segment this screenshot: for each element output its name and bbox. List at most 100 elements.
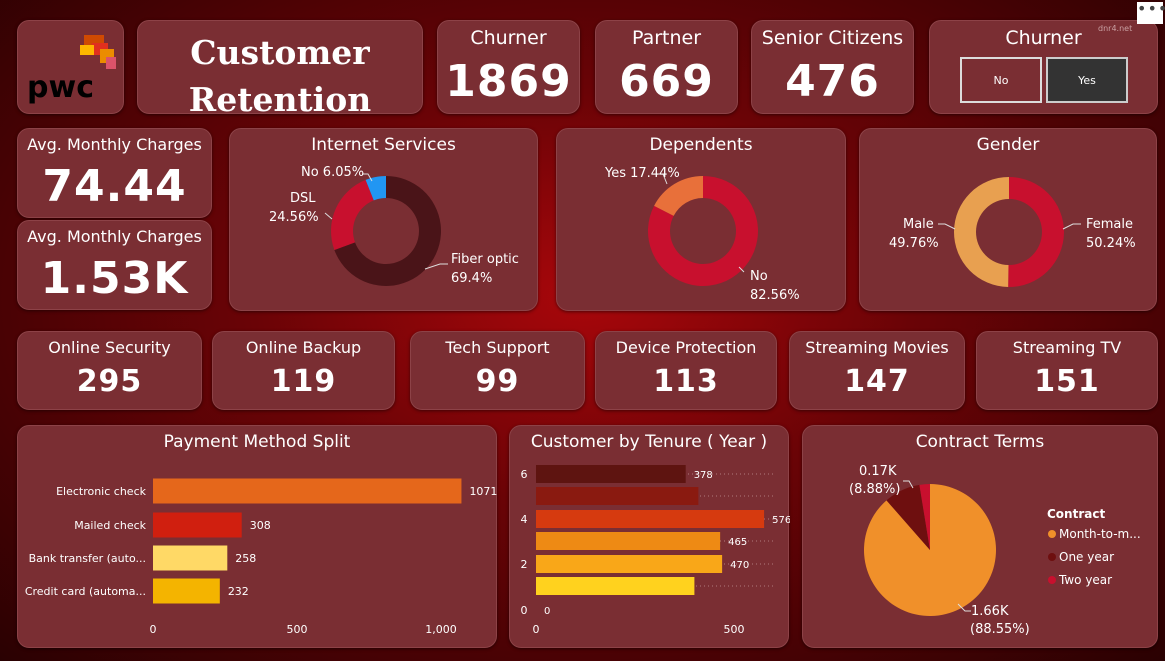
service-device-protection: Device Protection 113 — [595, 331, 777, 410]
y-tick-label: 2 — [521, 558, 528, 571]
bar-value-label: 470 — [730, 560, 749, 571]
service-value: 151 — [1034, 364, 1100, 399]
x-tick-label: 500 — [287, 623, 308, 636]
service-label: Streaming TV — [1012, 338, 1122, 357]
bar-value-label: 465 — [728, 537, 747, 548]
service-value: 119 — [270, 364, 337, 399]
kpi-label: Partner — [631, 27, 702, 49]
category-label: Electronic check — [56, 485, 147, 498]
kpi-value: 476 — [785, 56, 880, 107]
slice-label: Female — [1086, 217, 1133, 232]
service-tech-support: Tech Support 99 — [410, 331, 585, 410]
category-label: Mailed check — [74, 519, 146, 532]
kpi-label: Senior Citizens — [761, 27, 904, 49]
bar-0 — [153, 478, 462, 504]
bar-1 — [536, 487, 699, 505]
slicer-option-no[interactable]: No — [960, 57, 1042, 103]
bar-3 — [536, 532, 721, 550]
x-tick-label: 0 — [533, 623, 540, 636]
y-tick-label: 4 — [521, 513, 528, 526]
slice-label: No — [750, 269, 768, 284]
page-title: Customer Retention — [138, 29, 422, 123]
slice-value: 0.17K — [859, 464, 897, 479]
leader-line — [1062, 223, 1081, 230]
y-tick-label: 6 — [521, 468, 528, 481]
legend-title: Contract — [1047, 507, 1105, 521]
bar-value-label: 1071 — [469, 485, 497, 498]
slice-dsl — [331, 179, 374, 250]
slice-label: DSL — [290, 191, 316, 206]
service-label: Online Security — [48, 338, 171, 357]
slice-value: 1.66K — [971, 604, 1009, 619]
kpi-partner: Partner 669 — [595, 20, 738, 114]
bar-value-label: 258 — [235, 552, 256, 565]
slice-value: 50.24% — [1086, 236, 1136, 251]
kpi-value: 74.44 — [42, 161, 187, 212]
service-value: 147 — [844, 364, 910, 399]
title-line-2: Retention — [188, 80, 372, 119]
legend-item: One year — [1059, 550, 1114, 564]
kpi-senior-citizens: Senior Citizens 476 — [751, 20, 914, 114]
internet-services-donut-chart: Fiber optic 69.4% DSL 24.56% No 6.05% — [269, 165, 519, 286]
bar-value-label: 378 — [694, 470, 713, 481]
bar-2 — [153, 545, 228, 571]
bar-value-label: 232 — [228, 585, 249, 598]
slicer-option-yes[interactable]: Yes — [1046, 57, 1128, 103]
bar-4 — [536, 555, 723, 573]
legend-marker — [1048, 576, 1056, 584]
leader-line — [324, 212, 333, 220]
dependents-card: Dependents No 82.56% Yes 17.44% — [556, 128, 846, 311]
payment-method-card: Payment Method Split 1071 Electronic chec… — [17, 425, 497, 648]
legend-item: Two year — [1058, 573, 1112, 587]
x-tick-label: 0 — [150, 623, 157, 636]
service-label: Streaming Movies — [805, 338, 949, 357]
service-label: Online Backup — [245, 338, 362, 357]
avg-monthly-charges-card: Avg. Monthly Charges 74.44 — [17, 128, 212, 218]
bar-value-label: 308 — [250, 519, 271, 532]
bar-value-label: 576 — [772, 515, 790, 526]
internet-services-card: Internet Services Fiber optic 69.4% DSL 24.… — [229, 128, 538, 311]
more-options-icon[interactable]: ••• — [1137, 1, 1165, 24]
title-line-1: Customer — [190, 33, 370, 72]
kpi-label: Avg. Monthly Charges — [27, 135, 202, 154]
service-online-security: Online Security 295 — [17, 331, 202, 410]
service-value: 295 — [76, 364, 143, 399]
service-online-backup: Online Backup 119 — [212, 331, 395, 410]
contract-terms-card: Contract Terms 1.66K (88.55%) 0.17K (8.88%)… — [802, 425, 1158, 648]
kpi-label: Avg. Monthly Charges — [27, 227, 202, 246]
contract-terms-pie-chart: 1.66K (88.55%) 0.17K (8.88%) Contract Month-t… — [849, 464, 1141, 637]
kpi-churner: Churner 1869 — [437, 20, 580, 114]
service-value: 99 — [475, 364, 520, 399]
category-label: Credit card (automa... — [25, 585, 146, 598]
kpi-value: 1869 — [445, 56, 572, 107]
x-tick-label: 500 — [724, 623, 745, 636]
legend-item: Month-to-m... — [1059, 527, 1141, 541]
zero-label: 0 — [544, 606, 550, 617]
slice-value: 82.56% — [750, 288, 800, 303]
slice-label: No 6.05% — [301, 165, 364, 180]
logo-card: pwc — [17, 20, 124, 114]
gender-card: Gender Female 50.24% Male 49.76% — [859, 128, 1157, 311]
gender-donut-chart: Female 50.24% Male 49.76% — [889, 177, 1136, 287]
svg-text:pwc: pwc — [27, 70, 94, 105]
service-label: Device Protection — [615, 338, 757, 357]
y-tick-label: 0 — [521, 604, 528, 617]
legend-marker — [1048, 553, 1056, 561]
service-value: 113 — [653, 364, 719, 399]
title-card: Customer Retention — [137, 20, 423, 119]
payment-method-bar-chart: 1071 Electronic check 308 Mailed check 258 Ba… — [25, 478, 497, 636]
dependents-donut-chart: No 82.56% Yes 17.44% — [604, 166, 800, 303]
tenure-bar-chart: 3785764654706420 00 500 — [521, 465, 790, 636]
pwc-logo-icon: pwc — [27, 35, 116, 105]
bar-2 — [536, 510, 765, 528]
slice-value: 49.76% — [889, 236, 939, 251]
category-label: Bank transfer (auto... — [29, 552, 146, 565]
avg-monthly-charges-card-2: Avg. Monthly Charges 1.53K — [17, 220, 212, 310]
churner-slicer: Churner No Yes — [929, 20, 1158, 114]
service-streaming-movies: Streaming Movies 147 — [789, 331, 965, 410]
legend-marker — [1048, 530, 1056, 538]
bar-1 — [153, 512, 242, 538]
slice-label: Yes 17.44% — [604, 166, 680, 181]
service-streaming-tv: Streaming TV 151 — [976, 331, 1158, 410]
slice-label: Male — [903, 217, 934, 232]
